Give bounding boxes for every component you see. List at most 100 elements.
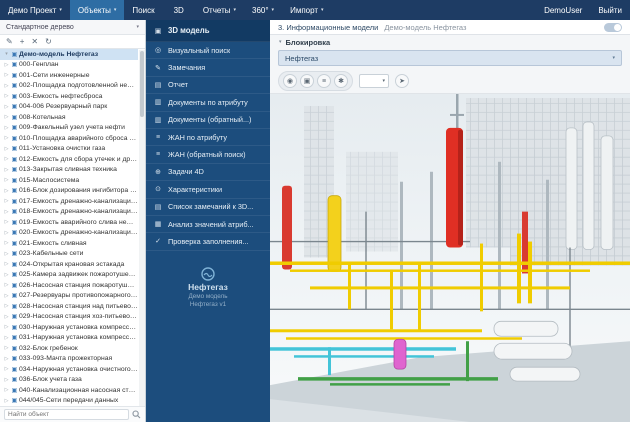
expand-icon: ▷ (3, 177, 10, 183)
expand-icon: ▷ (3, 272, 10, 278)
tree-item[interactable]: ▷ ▣ 044/045-Сети передачи данных (0, 396, 138, 407)
tree-item[interactable]: ▷ ▣ 030-Наружная установка компрессорной… (0, 322, 138, 333)
tree-item[interactable]: ▷ ▣ 033-093-Мачта прожекторная (0, 354, 138, 365)
main-header: 3. Информационные модели Демо-модель Неф… (270, 20, 630, 35)
tools-menu-item[interactable]: ▥ Документы по атрибуту (146, 94, 270, 111)
tools-menu-item[interactable]: ✎ Замечания (146, 59, 270, 76)
refresh-icon: ↻ (45, 37, 52, 46)
viewport-tool-button[interactable]: ≡ (317, 74, 331, 88)
tree-root-item[interactable]: ▾ ▣ Демо-модель Нефтегаз (0, 49, 138, 60)
tree-item[interactable]: ▷ ▣ 040-Канализационная насосная станция (0, 385, 138, 396)
topbar-menu-item[interactable]: 360° ▾ (244, 0, 282, 20)
tools-menu-item[interactable]: ✓ Проверка заполнения... (146, 233, 270, 250)
chevron-down-icon: ▾ (321, 7, 324, 13)
tree-preset-select[interactable]: Стандартное дерево ▾ (0, 20, 145, 35)
tools-menu-item[interactable]: ▤ Список замечаний к 3D... (146, 199, 270, 216)
tools-menu-item[interactable]: ≡ ЖАН (обратный поиск) (146, 146, 270, 163)
search-icon: ◎ (153, 46, 163, 54)
tree-item[interactable]: ▷ ▣ 031-Наружная установка компрессорной (0, 333, 138, 344)
tools-menu-item[interactable]: ▣ 3D модель (146, 20, 270, 42)
tree-item[interactable]: ▷ ▣ 008-Котельная (0, 112, 138, 123)
tree-item[interactable]: ▷ ▣ 036-Блок учета газа (0, 375, 138, 386)
logout-button[interactable]: Выйти (590, 0, 630, 20)
tools-menu-item[interactable]: ⊕ Задачи 4D (146, 164, 270, 181)
tree-item[interactable]: ▷ ▣ 016-Блок дозирования ингибитора корр… (0, 186, 138, 197)
tree-item[interactable]: ▷ ▣ 027-Резервуары противопожарного запа… (0, 291, 138, 302)
tree-item[interactable]: ▷ ▣ 013-Закрытая сливная техника (0, 165, 138, 176)
viewport-tool-button[interactable]: ◉ (283, 74, 297, 88)
topbar-menu-item[interactable]: 3D (166, 0, 195, 20)
view-toggle[interactable] (604, 23, 622, 32)
info-icon: ⊙ (153, 185, 163, 193)
tools-menu-item[interactable]: ≡ ЖАН по атрибуту (146, 129, 270, 146)
tree-item[interactable]: ▷ ▣ 019-Емкость аварийного слива нефти (0, 217, 138, 228)
tree-item[interactable]: ▷ ▣ 026-Насосная станция пожаротушения (0, 280, 138, 291)
node-icon: ▣ (10, 208, 19, 215)
tree-item[interactable]: ▷ ▣ 018-Емкость дренажно-канализационная (0, 207, 138, 218)
chevron-down-icon: ▾ (233, 7, 236, 13)
app-body: Стандартное дерево ▾ ✎ + ✕ ↻ ▾ ▣ Демо-модел… (0, 20, 630, 422)
expand-icon: ▷ (3, 387, 10, 393)
tools-menu-item[interactable]: ▦ Анализ значений атриб... (146, 216, 270, 233)
tree-item[interactable]: ▷ ▣ 015-Маслосистема (0, 175, 138, 186)
search-input[interactable] (4, 409, 129, 420)
tree-item[interactable]: ▷ ▣ 020-Емкость дренажно-канализационная (0, 228, 138, 239)
tree-item-label: 016-Блок дозирования ингибитора коррозии (19, 187, 138, 194)
lock-section-header[interactable]: ▾ Блокировка (270, 35, 630, 49)
3d-viewport[interactable] (270, 93, 630, 422)
tree-item[interactable]: ▷ ▣ 004-006 Резервуарный парк (0, 102, 138, 113)
tree-item[interactable]: ▷ ▣ 029-Насосная станция хоз-питьевого в… (0, 312, 138, 323)
tools-menu-item[interactable]: ▥ Документы (обратный...) (146, 112, 270, 129)
tree-toolbar-button[interactable]: ✎ (6, 38, 13, 46)
topbar-menu-label: Отчеты (203, 6, 231, 15)
model-icon: ▣ (10, 51, 19, 58)
topbar-menu-item[interactable]: Отчеты ▾ (195, 0, 244, 20)
tree-scrollbar[interactable] (139, 50, 145, 406)
chevron-down-icon: ▾ (279, 39, 282, 45)
tree-item[interactable]: ▷ ▣ 009-Факельный узел учета нефти (0, 123, 138, 134)
app-brand: Нефтегаз Демо модель Нефтегаз v1 (146, 267, 270, 308)
tools-menu-item[interactable]: ⊙ Характеристики (146, 181, 270, 198)
tree-item[interactable]: ▷ ▣ 028-Насосная станция над питьевой во… (0, 301, 138, 312)
tree-item[interactable]: ▷ ▣ 001-Сети инженерные (0, 70, 138, 81)
node-icon: ▣ (10, 355, 19, 362)
tools-menu-item[interactable]: ◎ Визуальный поиск (146, 42, 270, 59)
tree-item[interactable]: ▷ ▣ 034-Наружная установка очистного уст… (0, 364, 138, 375)
tree-item[interactable]: ▷ ▣ 017-Емкость дренажно-канализационная (0, 196, 138, 207)
viewport-tool-button[interactable]: ✱ (334, 74, 348, 88)
tree-item[interactable]: ▷ ▣ 024-Открытая крановая эстакада (0, 259, 138, 270)
tools-menu-item[interactable]: ▤ Отчет (146, 77, 270, 94)
layers-icon: ≡ (322, 78, 326, 85)
section-label: Блокировка (286, 38, 331, 47)
topbar-menu-item[interactable]: Импорт ▾ (282, 0, 331, 20)
tree-item[interactable]: ▷ ▣ 003-Емкость нефтесброса (0, 91, 138, 102)
node-icon: ▣ (10, 397, 19, 404)
model-select[interactable]: Нефтегаз ▾ (278, 50, 622, 66)
topbar-menu-item[interactable]: Демо Проект ▾ (0, 0, 70, 20)
tree-scrollbar-thumb[interactable] (140, 51, 144, 117)
topbar-menu-item[interactable]: Объекты ▾ (70, 0, 125, 20)
viewport-tools-group: ◉▣ ≡ ✱ (278, 71, 353, 91)
tree-item[interactable]: ▷ ▣ 002-Площадка подготовленной нефти (0, 81, 138, 92)
topbar-menu-label: Объекты (78, 6, 111, 15)
tree-item[interactable]: ▷ ▣ 000-Генплан (0, 60, 138, 71)
tree-toolbar-button[interactable]: ✕ (31, 38, 38, 46)
tree-item[interactable]: ▷ ▣ 012-Емкость для сбора утечек и дрена… (0, 154, 138, 165)
tree-item[interactable]: ▷ ▣ 025-Камера задвижек пожаротушения (0, 270, 138, 281)
tree-item-label: 013-Закрытая сливная техника (19, 166, 138, 173)
expand-icon: ▷ (3, 366, 10, 372)
cursor-tool-button[interactable]: ➤ (395, 74, 409, 88)
user-menu[interactable]: DemoUser (536, 0, 590, 20)
topbar-menu-item[interactable]: Поиск (124, 0, 165, 20)
viewport-tool-dropdown[interactable]: ▾ (359, 74, 389, 88)
expand-icon: ▷ (3, 198, 10, 204)
tree-toolbar-button[interactable]: + (20, 38, 25, 46)
chevron-down-icon: ▾ (612, 55, 615, 61)
tree-item[interactable]: ▷ ▣ 011-Установка очистки газа (0, 144, 138, 155)
tree-item[interactable]: ▷ ▣ 021-Емкость сливная (0, 238, 138, 249)
tree-item[interactable]: ▷ ▣ 010-Площадка аварийного сброса нефти (0, 133, 138, 144)
tree-toolbar-button[interactable]: ↻ (45, 38, 52, 46)
tree-item[interactable]: ▷ ▣ 023-Кабельные сети (0, 249, 138, 260)
viewport-tool-button[interactable]: ▣ (300, 74, 314, 88)
tree-item[interactable]: ▷ ▣ 032-Блок гребенок (0, 343, 138, 354)
